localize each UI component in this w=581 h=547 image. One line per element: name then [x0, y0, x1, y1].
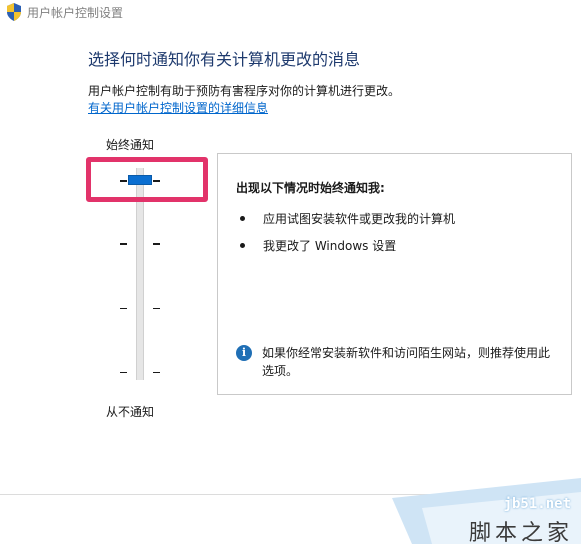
list-item-text: 我更改了 Windows 设置 — [263, 239, 397, 253]
highlight-box — [86, 157, 208, 202]
info-panel-title: 出现以下情况时始终通知我: — [236, 181, 385, 195]
bullet-icon — [240, 216, 245, 221]
slider-tick-left — [120, 243, 127, 245]
watermark-name: 脚本之家 — [468, 521, 573, 546]
list-item: 我更改了 Windows 设置 — [240, 237, 396, 254]
page-description: 用户帐户控制有助于预防有害程序对你的计算机进行更改。 — [88, 84, 401, 98]
info-panel: 出现以下情况时始终通知我: 应用试图安装软件或更改我的计算机 我更改了 Wind… — [217, 153, 572, 395]
slider-tick-left — [120, 308, 127, 309]
title-bar: 用户帐户控制设置 — [0, 0, 581, 24]
window-title: 用户帐户控制设置 — [27, 6, 124, 20]
slider-tick-right — [153, 308, 160, 309]
list-item-text: 应用试图安装软件或更改我的计算机 — [263, 212, 456, 226]
uac-details-link[interactable]: 有关用户帐户控制设置的详细信息 — [88, 99, 268, 116]
slider-bottom-label: 从不通知 — [106, 405, 155, 419]
uac-shield-icon — [7, 3, 21, 21]
slider-tick-right — [153, 243, 160, 245]
list-item: 应用试图安装软件或更改我的计算机 — [240, 210, 455, 227]
slider-tick-right — [153, 372, 160, 373]
slider-top-label: 始终通知 — [106, 138, 155, 152]
page-heading: 选择何时通知你有关计算机更改的消息 — [88, 50, 361, 69]
info-icon: i — [236, 345, 252, 361]
slider-tick-left — [120, 372, 127, 373]
watermark-url: jb51.net — [503, 496, 571, 512]
bullet-icon — [240, 243, 245, 248]
info-note-text: 如果你经常安装新软件和访问陌生网站，则推荐使用此选项。 — [262, 346, 551, 378]
info-note: i 如果你经常安装新软件和访问陌生网站，则推荐使用此选项。 — [236, 344, 556, 380]
